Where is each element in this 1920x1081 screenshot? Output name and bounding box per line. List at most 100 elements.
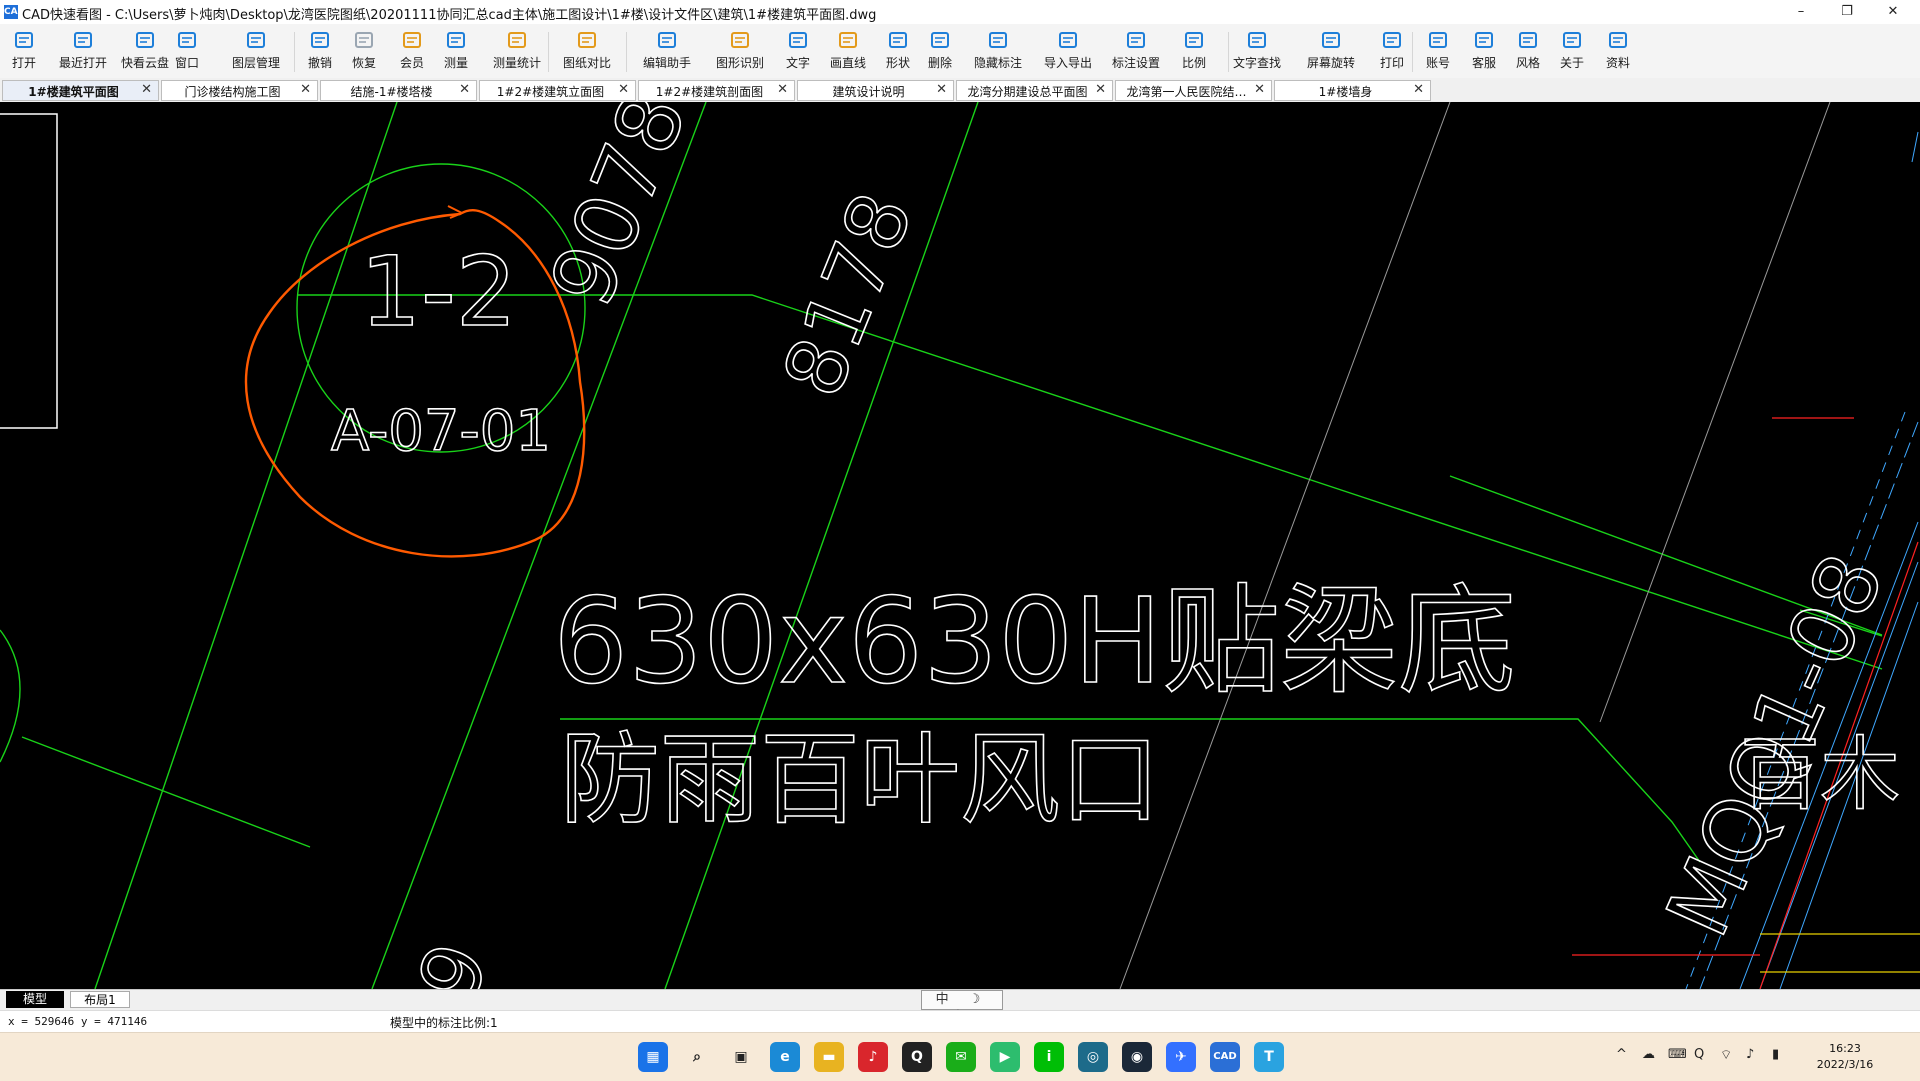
document-tab[interactable]: 龙湾分期建设总平面图 ✕ (956, 80, 1113, 101)
volume-icon[interactable]: ♪ (1746, 1047, 1754, 1062)
window-icon (178, 32, 196, 48)
toolbar-button-compare[interactable]: 图纸对比 (556, 27, 618, 77)
info-icon (1563, 32, 1581, 48)
wechat-icon[interactable]: ✉ (946, 1042, 976, 1072)
toolbar-button-text[interactable]: 文字 (778, 27, 818, 77)
steam-icon[interactable]: ◉ (1122, 1042, 1152, 1072)
tab-close-icon[interactable]: ✕ (1254, 82, 1265, 97)
toolbar-label: 删除 (927, 56, 952, 70)
toolbar-button-redo[interactable]: 恢复 (344, 27, 384, 77)
maximize-button[interactable]: ❐ (1824, 0, 1870, 24)
search-icon[interactable]: ⌕ (682, 1042, 712, 1072)
tab-close-icon[interactable]: ✕ (936, 82, 947, 97)
tab-close-icon[interactable]: ✕ (1095, 82, 1106, 97)
toolbar-button-hide-eye[interactable]: 隐藏标注 (966, 27, 1030, 77)
toolbar-button-ruler[interactable]: 测量 (436, 27, 476, 77)
tray-overflow-icon[interactable]: ^ (1616, 1047, 1627, 1062)
toolbar-label: 屏幕旋转 (1306, 56, 1355, 70)
toolbar-button-history[interactable]: 最近打开 (52, 27, 114, 77)
document-tab[interactable]: 门诊楼结构施工图 ✕ (161, 80, 318, 101)
ring-app-icon[interactable]: ◎ (1078, 1042, 1108, 1072)
toolbar-button-annotation-settings[interactable]: 标注设置 (1104, 27, 1168, 77)
document-tab[interactable]: 龙湾第一人民医院结… ✕ (1115, 80, 1272, 101)
tab-label: 建筑设计说明 (832, 85, 905, 99)
qq-icon[interactable]: Q (902, 1042, 932, 1072)
battery-icon[interactable]: ▮ (1772, 1047, 1779, 1062)
ime-indicator[interactable]: 中 ☽ 半 (921, 990, 1003, 1025)
qq-tray-icon[interactable]: Q (1694, 1047, 1704, 1062)
leader-line (21, 736, 311, 848)
text-search-icon (1248, 32, 1266, 48)
status-bar: x = 529646 y = 471146 模型中的标注比例:1 (0, 1010, 1920, 1033)
tab-close-icon[interactable]: ✕ (300, 82, 311, 97)
drawing-canvas[interactable]: 1-2 A-07-01 9078 8178 9 630x630H贴梁底 防雨百叶… (0, 102, 1920, 989)
tab-close-icon[interactable]: ✕ (141, 82, 152, 97)
system-clock[interactable]: 16:23 2022/3/16 (1810, 1041, 1880, 1073)
toolbar-button-line[interactable]: 画直线 (822, 27, 874, 77)
toolbar-button-eraser[interactable]: 删除 (920, 27, 960, 77)
history-icon (74, 32, 92, 48)
toolbar-label: 撤销 (307, 56, 332, 70)
start-icon[interactable]: ▦ (638, 1042, 668, 1072)
toolbar-button-printer[interactable]: 打印 (1372, 27, 1412, 77)
document-tab[interactable]: 1#2#楼建筑剖面图 ✕ (638, 80, 795, 101)
feishu-icon[interactable]: ✈ (1166, 1042, 1196, 1072)
toolbar-button-measure-stats[interactable]: 测量统计 (484, 27, 550, 77)
text-app-icon[interactable]: T (1254, 1042, 1284, 1072)
toolbar-button-rotate-screen[interactable]: 屏幕旋转 (1296, 27, 1366, 77)
file-explorer-icon[interactable]: ▬ (814, 1042, 844, 1072)
tab-label: 结施-1#楼塔楼 (350, 85, 433, 99)
document-tab[interactable]: 1#2#楼建筑立面图 ✕ (479, 80, 636, 101)
onedrive-icon[interactable]: ☁ (1642, 1047, 1655, 1062)
toolbar-button-layers[interactable]: 图层管理 (226, 27, 286, 77)
model-tab[interactable]: 模型 (6, 991, 64, 1008)
wifi-icon[interactable]: ⌔ (1720, 1047, 1732, 1063)
toolbar-button-shape[interactable]: 形状 (878, 27, 918, 77)
document-tab[interactable]: 1#楼建筑平面图 ✕ (2, 80, 159, 101)
toolbar-button-scale[interactable]: 比例 (1172, 27, 1216, 77)
toolbar-button-shape-recognize[interactable]: 图形识别 (706, 27, 774, 77)
toolbar-button-resources[interactable]: 资料 (1598, 27, 1638, 77)
layout1-tab[interactable]: 布局1 (70, 991, 130, 1008)
toolbar-button-vip[interactable]: 会员 (392, 27, 432, 77)
toolbar-label: 图形识别 (715, 56, 764, 70)
edge-icon[interactable]: e (770, 1042, 800, 1072)
toolbar-button-edit-assistant[interactable]: 编辑助手 (632, 27, 702, 77)
note-text: 防雨百叶风口 (560, 721, 1160, 838)
hide-eye-icon (989, 32, 1007, 48)
tab-close-icon[interactable]: ✕ (1413, 82, 1424, 97)
cad-viewer-icon[interactable]: CAD (1210, 1042, 1240, 1072)
toolbar-button-style[interactable]: 风格 (1508, 27, 1548, 77)
task-view-icon[interactable]: ▣ (726, 1042, 756, 1072)
toolbar-button-folder-open[interactable]: 打开 (0, 27, 48, 77)
toolbar-button-info[interactable]: 关于 (1552, 27, 1592, 77)
dimension-text-partial: 9 (400, 931, 508, 989)
toolbar-label: 最近打开 (58, 56, 107, 70)
toolbar-button-window[interactable]: 窗口 (166, 27, 208, 77)
minimize-button[interactable]: – (1778, 0, 1824, 24)
shape-icon (889, 32, 907, 48)
toolbar-label: 恢复 (351, 56, 376, 70)
video-player-icon[interactable]: ▶ (990, 1042, 1020, 1072)
document-tab[interactable]: 1#楼墙身 ✕ (1274, 80, 1431, 101)
document-tab[interactable]: 结施-1#楼塔楼 ✕ (320, 80, 477, 101)
tab-close-icon[interactable]: ✕ (618, 82, 629, 97)
close-button[interactable]: ✕ (1870, 0, 1916, 24)
toolbar-label: 资料 (1605, 56, 1630, 70)
document-tab[interactable]: 建筑设计说明 ✕ (797, 80, 954, 101)
toolbar-button-cloud[interactable]: 快看云盘 (118, 27, 172, 77)
toolbar-button-headset[interactable]: 客服 (1464, 27, 1504, 77)
netease-music-icon[interactable]: ♪ (858, 1042, 888, 1072)
toolbar-button-undo[interactable]: 撤销 (300, 27, 340, 77)
keyboard-icon[interactable]: ⌨ (1668, 1047, 1687, 1062)
drawing-svg: 1-2 A-07-01 9078 8178 9 630x630H贴梁底 防雨百叶… (0, 102, 1920, 989)
toolbar-button-text-search[interactable]: 文字查找 (1224, 27, 1290, 77)
sheet-number-text: A-07-01 (331, 399, 551, 464)
iqiyi-icon[interactable]: i (1034, 1042, 1064, 1072)
toolbar-label: 会员 (399, 56, 424, 70)
toolbar-button-import-export[interactable]: 导入导出 (1036, 27, 1100, 77)
toolbar-button-user[interactable]: 账号 (1418, 27, 1458, 77)
tab-close-icon[interactable]: ✕ (777, 82, 788, 97)
tab-close-icon[interactable]: ✕ (459, 82, 470, 97)
toolbar-label: 编辑助手 (642, 56, 691, 70)
